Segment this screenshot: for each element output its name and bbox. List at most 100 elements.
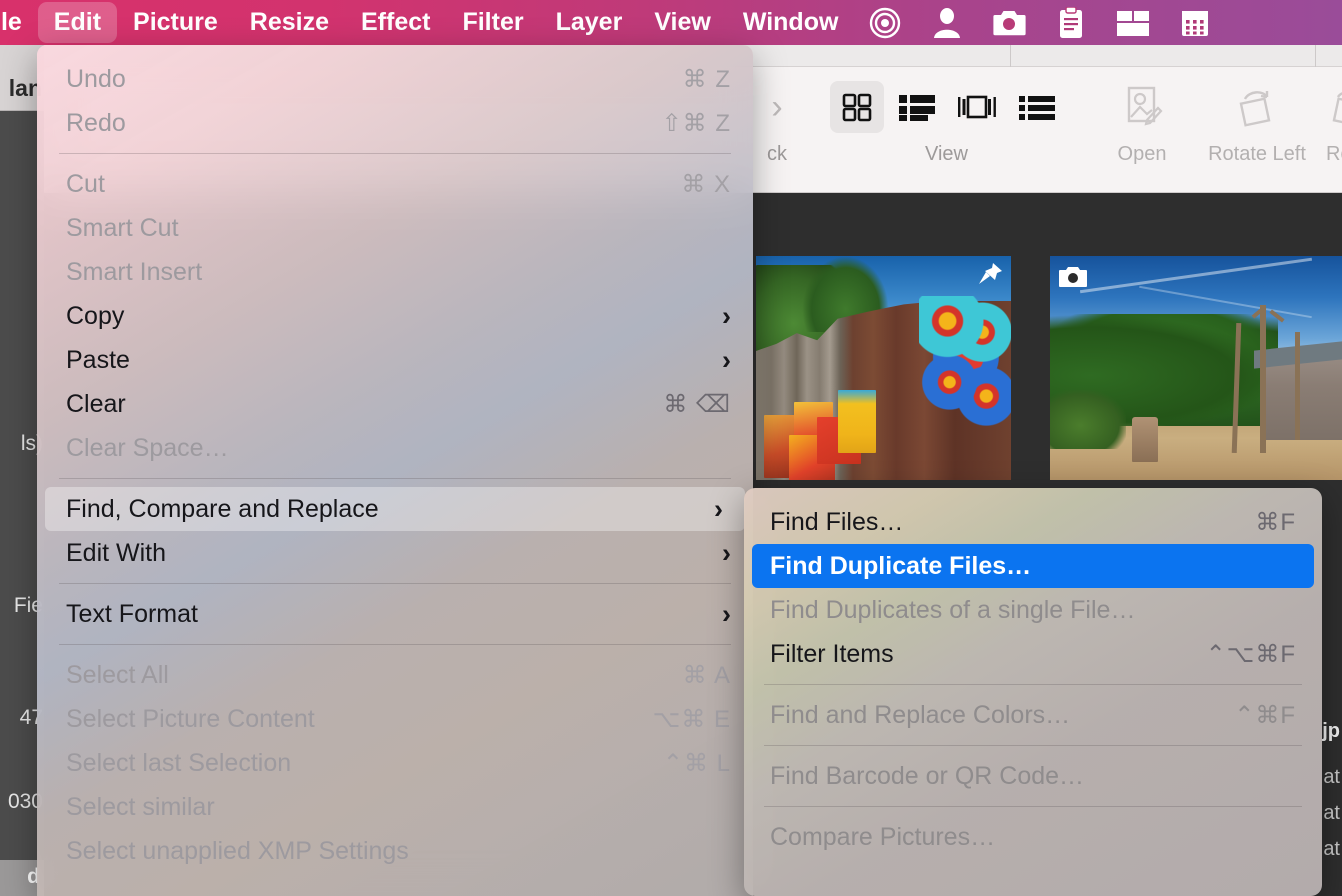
menu-item-shortcut: ⌘ ⌫ [663, 390, 731, 418]
toolbar-view-label: View [925, 143, 968, 165]
toolbar-divider-2 [1315, 45, 1316, 67]
rotate-right-icon[interactable] [1326, 83, 1342, 131]
menu-item-select-last-selection[interactable]: Select last Selection ⌃⌘ L [37, 741, 753, 785]
menu-item-clear[interactable]: Clear ⌘ ⌫ [37, 382, 753, 426]
menu-item-shortcut: ⌥⌘ E [652, 705, 731, 733]
menu-item-label: Select last Selection [66, 748, 292, 777]
submenu-item-label: Find Duplicate Files… [770, 551, 1032, 580]
submenu-item-filter-items[interactable]: Filter Items ⌃⌥⌘F [752, 632, 1314, 676]
menu-item-edit-with[interactable]: Edit With › [37, 531, 753, 575]
toolbar-rotate-right-group[interactable]: Rota [1326, 73, 1342, 183]
menu-item-label: Text Format [66, 599, 198, 628]
submenu-item-label: Find Barcode or QR Code… [770, 761, 1085, 790]
toolbar-rotate-left-group[interactable]: Rotate Left [1192, 73, 1322, 183]
menu-resize[interactable]: Resize [234, 0, 345, 45]
submenu-item-shortcut: ⌃⌥⌘F [1205, 640, 1296, 668]
chevron-right-icon: › [722, 537, 731, 568]
menu-item-clear-space[interactable]: Clear Space… [37, 426, 753, 470]
view-details-icon[interactable] [1010, 81, 1064, 133]
menu-item-label: Paste [66, 345, 130, 374]
menu-item-select-all[interactable]: Select All ⌘ A [37, 653, 753, 697]
menu-item-smart-insert[interactable]: Smart Insert [37, 250, 753, 294]
camera-icon[interactable] [978, 0, 1040, 45]
thumbnail-fence-posters[interactable] [756, 256, 1026, 506]
chevron-right-icon: › [722, 300, 731, 331]
submenu-item-label: Find and Replace Colors… [770, 700, 1071, 729]
menu-item-copy[interactable]: Copy › [37, 294, 753, 338]
clipboard-icon[interactable] [1040, 0, 1102, 45]
menu-layer[interactable]: Layer [540, 0, 639, 45]
menu-item-label: Select unapplied XMP Settings [66, 836, 409, 865]
toolbar-rotate-right-label: Rota [1326, 143, 1342, 165]
view-grid-icon[interactable] [829, 81, 884, 133]
view-filmstrip-icon[interactable] [950, 81, 1004, 133]
toolbar-view-group[interactable]: View [819, 73, 1074, 183]
submenu-item-shortcut: ⌃⌘F [1234, 701, 1296, 729]
target-icon[interactable] [854, 0, 916, 45]
edge-fragment-3: at [1323, 838, 1340, 860]
menu-item-label: Redo [66, 108, 126, 137]
menu-item-select-unapplied-xmp[interactable]: Select unapplied XMP Settings [37, 829, 753, 873]
open-image-icon[interactable] [1120, 83, 1164, 131]
menu-item-undo[interactable]: Undo ⌘ Z [37, 57, 753, 101]
thumbnail-zoo-yard[interactable] [1050, 256, 1342, 506]
menu-item-shortcut: ⇧⌘ Z [661, 109, 731, 137]
submenu-item-find-duplicate-files[interactable]: Find Duplicate Files… [752, 544, 1314, 588]
chevron-right-icon[interactable]: › [771, 88, 782, 127]
camera-icon [1056, 262, 1090, 292]
menu-edit[interactable]: Edit [37, 2, 118, 43]
view-list-icon[interactable] [890, 81, 944, 133]
submenu-item-label: Filter Items [770, 639, 894, 668]
menu-file[interactable]: ile [0, 0, 38, 45]
menu-item-label: Copy [66, 301, 125, 330]
menu-item-label: Select Picture Content [66, 704, 315, 733]
menu-filter[interactable]: Filter [446, 0, 539, 45]
person-icon[interactable] [916, 0, 978, 45]
submenu-item-shortcut: ⌘F [1255, 508, 1296, 536]
submenu-item-find-barcode-qr[interactable]: Find Barcode or QR Code… [752, 754, 1314, 798]
edit-dropdown-menu: Undo ⌘ Z Redo ⇧⌘ Z Cut ⌘ X Smart Cut Sma… [37, 45, 753, 896]
chevron-right-icon: › [714, 493, 723, 524]
menu-item-select-picture-content[interactable]: Select Picture Content ⌥⌘ E [37, 697, 753, 741]
menu-effect[interactable]: Effect [345, 0, 446, 45]
menu-item-label: Clear Space… [66, 433, 229, 462]
toolbar-rotate-left-label: Rotate Left [1208, 143, 1306, 165]
pin-icon [973, 260, 1007, 290]
menu-item-label: Select similar [66, 792, 215, 821]
rotate-left-icon[interactable] [1233, 83, 1281, 131]
menu-item-label: Smart Cut [66, 213, 179, 242]
menu-bar: ile Edit Picture Resize Effect Filter La… [0, 0, 1342, 45]
menu-picture[interactable]: Picture [117, 0, 234, 45]
menu-item-label: Select All [66, 660, 169, 689]
menu-item-find-compare-replace[interactable]: Find, Compare and Replace › [45, 487, 745, 531]
menu-item-shortcut: ⌘ A [682, 661, 731, 689]
submenu-separator [764, 806, 1302, 807]
menu-item-shortcut: ⌃⌘ L [662, 749, 731, 777]
find-compare-replace-submenu: Find Files… ⌘F Find Duplicate Files… Fin… [744, 488, 1322, 896]
menu-item-redo[interactable]: Redo ⇧⌘ Z [37, 101, 753, 145]
edge-fragment-1: at [1323, 766, 1340, 788]
calendar-icon[interactable] [1164, 0, 1226, 45]
menu-view[interactable]: View [638, 0, 727, 45]
menu-item-label: Clear [66, 389, 126, 418]
submenu-item-compare-pictures[interactable]: Compare Pictures… [752, 815, 1314, 859]
menu-item-label: Smart Insert [66, 257, 203, 286]
menu-item-paste[interactable]: Paste › [37, 338, 753, 382]
menu-item-shortcut: ⌘ X [681, 170, 731, 198]
edge-fragment-0: jp [1322, 720, 1340, 742]
submenu-item-find-files[interactable]: Find Files… ⌘F [752, 500, 1314, 544]
menu-item-smart-cut[interactable]: Smart Cut [37, 206, 753, 250]
menu-item-text-format[interactable]: Text Format › [37, 592, 753, 636]
submenu-item-find-duplicates-single-file[interactable]: Find Duplicates of a single File… [752, 588, 1314, 632]
menu-item-label: Edit With [66, 538, 167, 567]
archive-box-icon[interactable] [1102, 0, 1164, 45]
toolbar-open-group[interactable]: Open [1092, 73, 1192, 183]
menu-item-cut[interactable]: Cut ⌘ X [37, 162, 753, 206]
menu-item-label: Cut [66, 169, 105, 198]
submenu-item-find-replace-colors[interactable]: Find and Replace Colors… ⌃⌘F [752, 693, 1314, 737]
submenu-item-label: Compare Pictures… [770, 822, 996, 851]
submenu-separator [764, 684, 1302, 685]
menu-window[interactable]: Window [727, 0, 855, 45]
menu-item-select-similar[interactable]: Select similar [37, 785, 753, 829]
menu-item-label: Undo [66, 64, 126, 93]
